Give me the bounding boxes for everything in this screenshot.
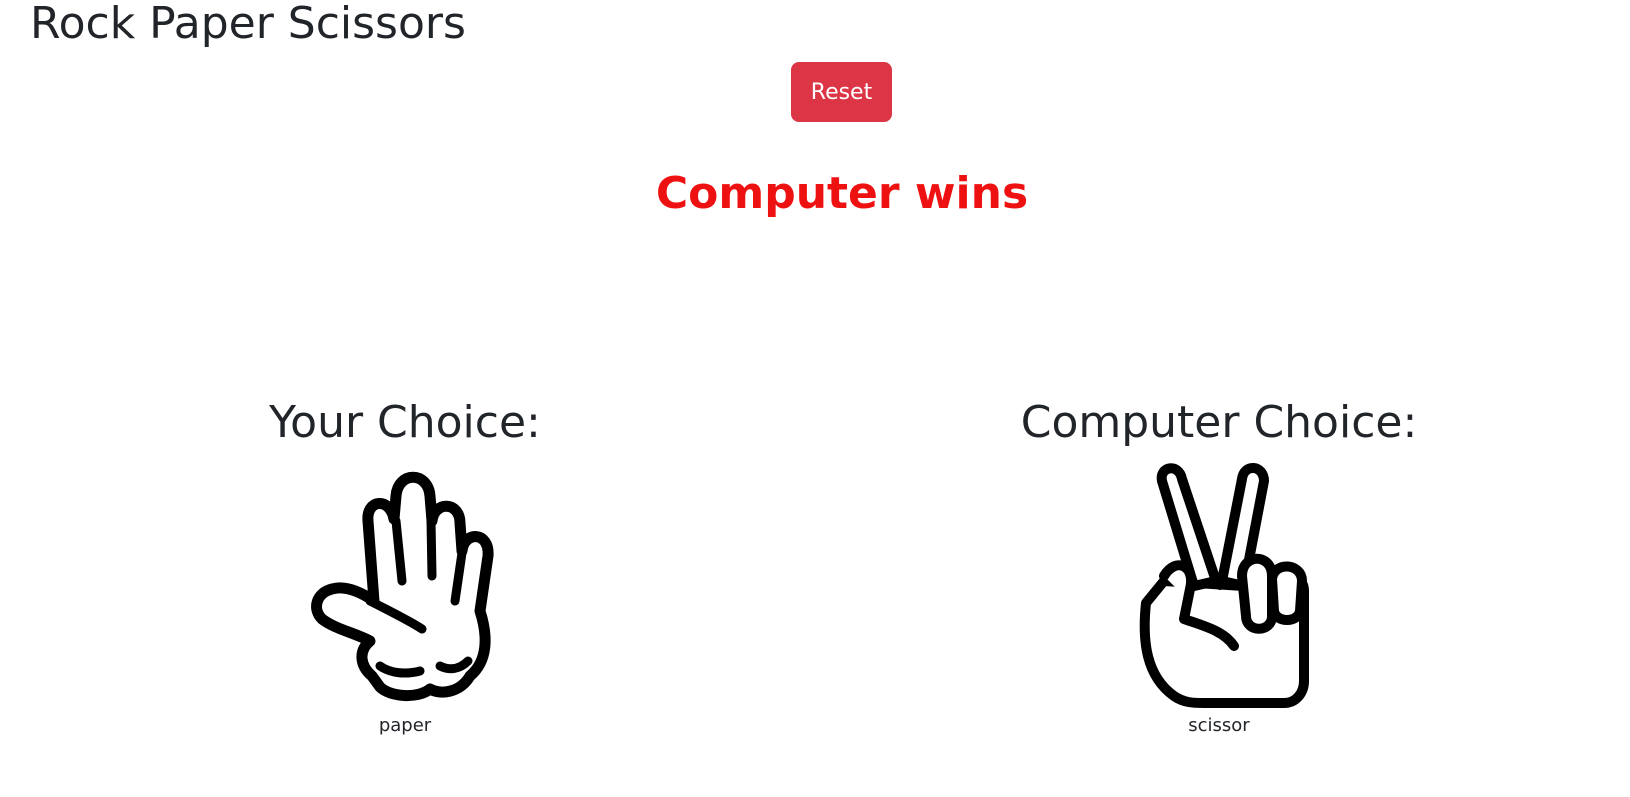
reset-button[interactable]: Reset [791,62,892,122]
game-page: Rock Paper Scissors Reset Computer wins … [0,0,1630,797]
player-choice-panel: Your Choice: paper [150,395,660,736]
computer-choice-heading: Computer Choice: [1020,397,1418,448]
player-choice-heading: Your Choice: [269,397,541,448]
result-message: Computer wins [655,168,1029,219]
hand-scissor-icon [1139,463,1309,708]
page-title: Rock Paper Scissors [30,0,466,49]
hand-paper-icon [311,471,494,701]
computer-choice-label: scissor [1188,715,1250,736]
player-choice-label: paper [378,715,432,736]
computer-choice-panel: Computer Choice: scissor [964,395,1474,736]
